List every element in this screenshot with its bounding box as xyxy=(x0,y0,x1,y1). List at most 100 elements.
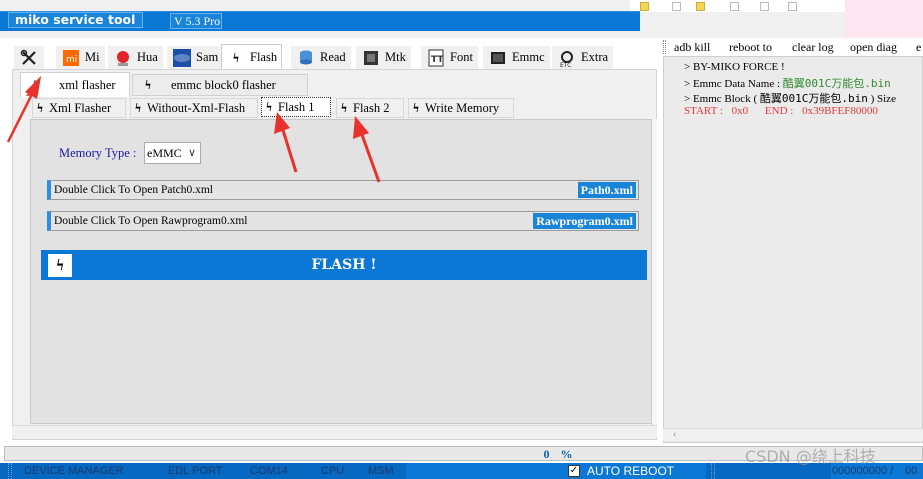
tab-label: Flash 1 xyxy=(278,99,315,114)
memory-type-select[interactable]: eMMC ∨ xyxy=(144,142,201,164)
bolt-icon: ϟ xyxy=(48,254,72,277)
svg-text:TT: TT xyxy=(431,55,444,65)
toolbar-grip[interactable] xyxy=(663,40,666,54)
svg-text:ETC: ETC xyxy=(560,62,571,67)
tab-label: xml flasher xyxy=(59,77,116,92)
clear-log-button[interactable]: clear log xyxy=(792,40,834,55)
panel-bottom-scrollbar xyxy=(12,425,657,438)
menu-sam[interactable]: Sam xyxy=(167,46,224,69)
reboot-to-button[interactable]: reboot to xyxy=(729,40,772,55)
menu-mi[interactable]: mi Mi xyxy=(56,46,105,69)
patch-hint: Double Click To Open Patch0.xml xyxy=(54,184,214,196)
panel-scrollbar[interactable] xyxy=(651,119,657,425)
menu-label-mi: Mi xyxy=(85,50,100,64)
log-text: START : xyxy=(684,105,723,117)
menu-flash[interactable]: ϟ Flash xyxy=(221,44,283,70)
patch-button[interactable]: Path0.xml xyxy=(577,182,636,198)
open-diag-button[interactable]: open diag xyxy=(850,40,897,55)
cpu-label: CPU xyxy=(321,465,345,477)
rawprogram-hint: Double Click To Open Rawprogram0.xml xyxy=(54,215,248,227)
menu-mtk[interactable]: Mtk xyxy=(356,46,411,69)
menu-label-sam: Sam xyxy=(196,50,219,64)
menu-emmc[interactable]: Emmc xyxy=(483,46,550,69)
memory-type-label: Memory Type : xyxy=(59,146,137,160)
auto-reboot-label[interactable]: AUTO REBOOT xyxy=(587,464,674,478)
log-line: > Emmc Data Name : 酷翼001C万能包.bin xyxy=(684,75,891,91)
tab-xml-flasher[interactable]: ϟ xml flasher xyxy=(20,72,130,97)
menu-hua[interactable]: Hua xyxy=(108,46,163,69)
log-value: 酷翼001C万能包.bin xyxy=(759,92,868,105)
bolt-icon: ϟ xyxy=(33,77,39,92)
xml-tabs: ϟ Xml Flasher ϟ Without-Xml-Flash ϟ Flas… xyxy=(30,97,650,119)
auto-reboot-checkbox[interactable]: ✓ xyxy=(568,465,580,477)
adb-kill-button[interactable]: adb kill xyxy=(674,40,710,55)
svg-text:mi: mi xyxy=(66,55,77,65)
bolt-icon: ϟ xyxy=(37,100,43,115)
title-bar: miko service tool V 5.3 Pro xyxy=(0,0,923,38)
folder-icon xyxy=(640,2,649,11)
patch-file-field[interactable]: Double Click To Open Patch0.xml Path0.xm… xyxy=(47,180,639,200)
chevron-down-icon: ∨ xyxy=(187,147,196,159)
tab-label: Without-Xml-Flash xyxy=(147,100,246,115)
log-text: > Emmc Data Name : xyxy=(684,78,781,90)
menu-font[interactable]: TT Font xyxy=(421,46,478,69)
menu-label-flash: Flash xyxy=(250,50,278,64)
counter-tail: 00 xyxy=(905,465,918,477)
bolt-icon: ϟ xyxy=(145,77,151,92)
more-button[interactable]: e xyxy=(916,40,921,55)
tab-label: Flash 2 xyxy=(353,100,390,115)
tools-icon xyxy=(19,49,39,67)
bolt-icon: ϟ xyxy=(233,49,239,65)
log-text: ) Size xyxy=(870,93,896,105)
emmc-chip-icon xyxy=(488,49,508,67)
extra-icon: ETC xyxy=(557,49,577,67)
edl-port-label: EDL PORT xyxy=(168,465,223,477)
com-port-value: COM14 xyxy=(250,465,288,477)
font-file-icon: TT xyxy=(426,49,446,67)
log-value: 0x0 xyxy=(731,105,749,117)
chip-icon xyxy=(361,49,381,67)
log-line: START : 0x0 END : 0x39BFEF80000 xyxy=(684,105,878,117)
database-icon xyxy=(296,49,316,67)
log-line: > BY-MIKO FORCE ! xyxy=(684,61,785,73)
file-icon xyxy=(788,2,797,11)
flash-button-label: FLASH ! xyxy=(311,257,377,273)
device-manager-label[interactable]: DEVICE MANAGER xyxy=(24,465,124,477)
flash-button[interactable]: FLASH ! ϟ xyxy=(41,250,647,280)
menu-label-read: Read xyxy=(320,50,346,64)
samsung-icon xyxy=(172,48,192,67)
watermark: CSDN @绕上科技 xyxy=(745,447,876,466)
menu-label-extra: Extra xyxy=(581,50,609,64)
rawprogram-button[interactable]: Rawprogram0.xml xyxy=(533,213,636,229)
tab-flash-1[interactable]: ϟ Flash 1 xyxy=(261,97,331,117)
log-horizontal-scrollbar[interactable]: ‹ xyxy=(663,428,923,441)
folder-icon xyxy=(696,2,705,11)
tab-emmc-block0-flasher[interactable]: ϟ emmc block0 flasher xyxy=(132,74,308,96)
tab-label: emmc block0 flasher xyxy=(171,77,276,92)
menu-label-mtk: Mtk xyxy=(385,50,406,64)
xiaomi-icon: mi xyxy=(61,49,81,67)
tab-without-xml-flash[interactable]: ϟ Without-Xml-Flash xyxy=(130,98,258,118)
msm-value: MSM xyxy=(368,465,394,477)
tools-menu-button[interactable] xyxy=(14,46,44,69)
rawprogram-file-field[interactable]: Double Click To Open Rawprogram0.xml Raw… xyxy=(47,211,639,231)
bolt-icon: ϟ xyxy=(135,100,141,115)
huawei-icon xyxy=(113,49,133,67)
background-window-pink xyxy=(845,0,923,38)
flash-tabs: ϟ xml flasher ϟ emmc block0 flasher xyxy=(20,72,660,97)
menu-label-font: Font xyxy=(450,50,473,64)
tab-write-memory[interactable]: ϟ Write Memory xyxy=(408,98,514,118)
menu-label-emmc: Emmc xyxy=(512,50,545,64)
scroll-left-icon[interactable]: ‹ xyxy=(673,429,676,440)
menu-read[interactable]: Read xyxy=(291,46,351,69)
tab-label: Write Memory xyxy=(425,100,500,115)
log-text: END : xyxy=(764,105,794,117)
log-text: > Emmc Block ( xyxy=(684,93,758,105)
tab-flash-2[interactable]: ϟ Flash 2 xyxy=(336,98,404,118)
bolt-icon: ϟ xyxy=(413,100,419,115)
menu-extra[interactable]: ETC Extra xyxy=(552,46,614,69)
file-icon xyxy=(730,2,739,11)
status-grip xyxy=(711,463,715,479)
tab-xml-flasher-mode[interactable]: ϟ Xml Flasher xyxy=(32,98,126,118)
menu-label-hua: Hua xyxy=(137,50,158,64)
